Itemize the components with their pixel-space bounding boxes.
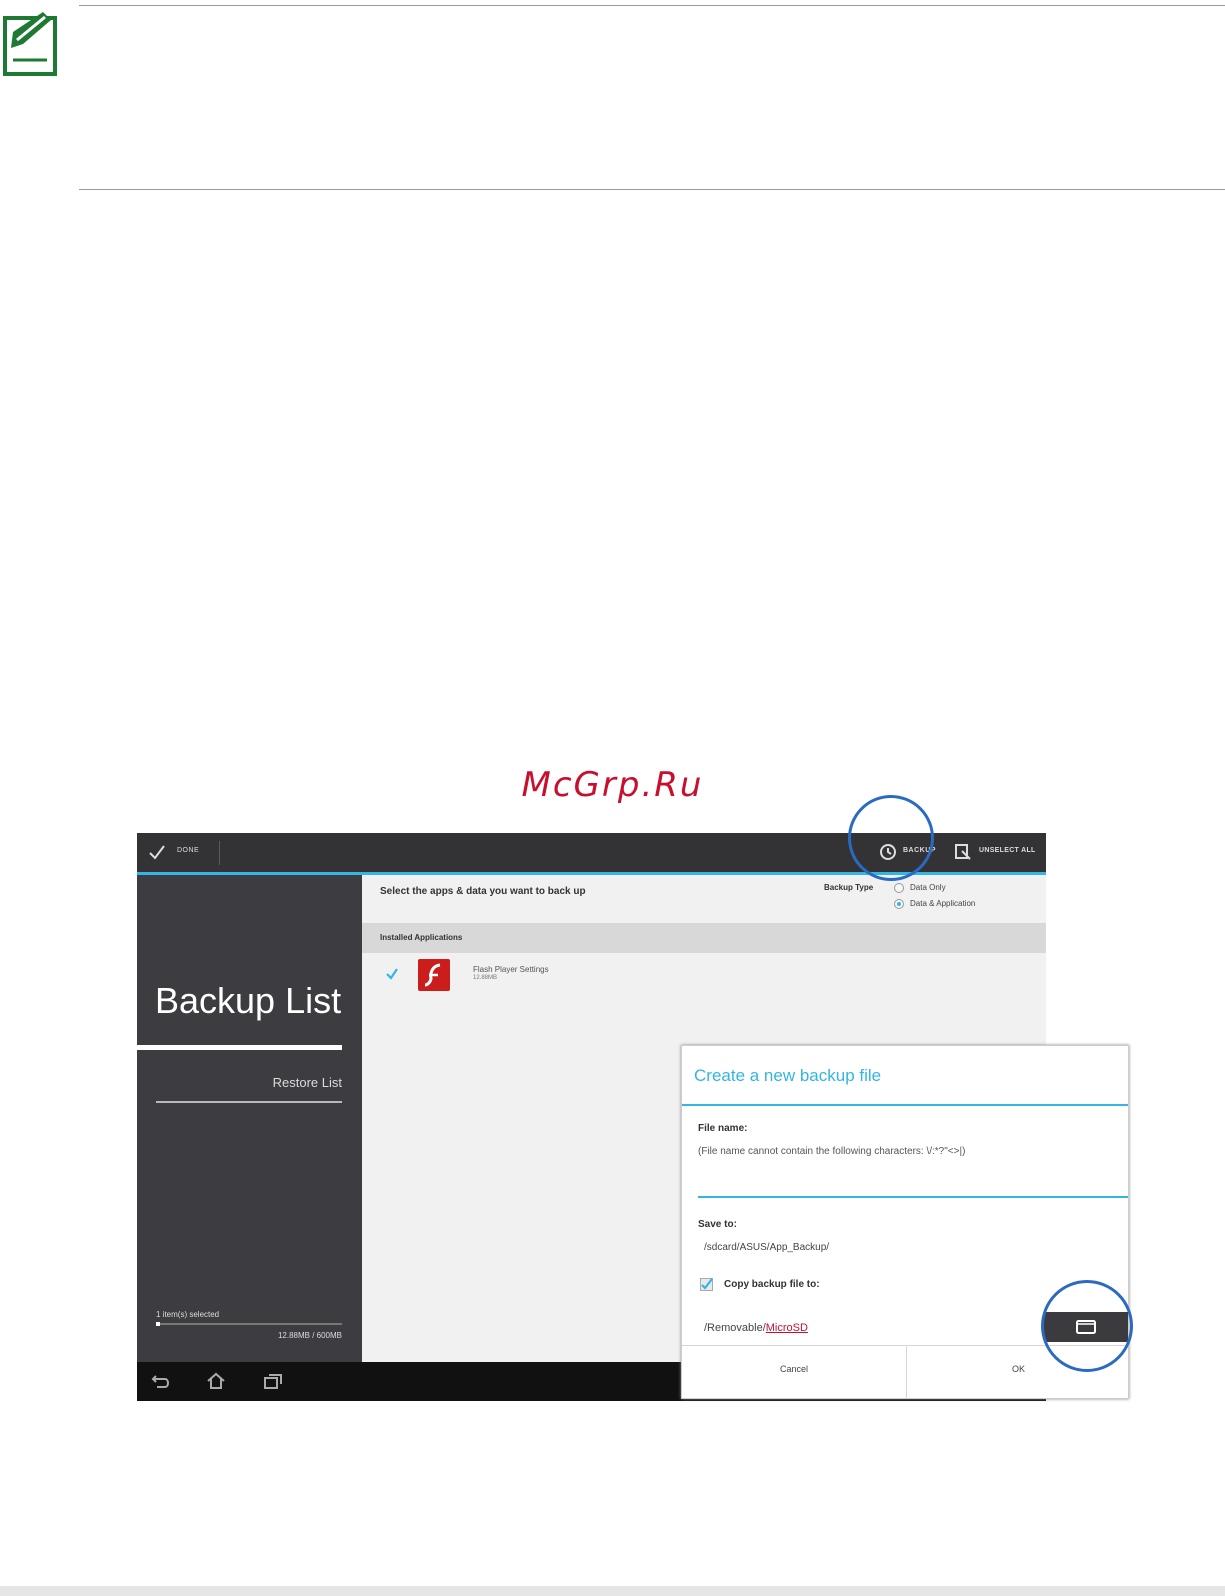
radio-data-application[interactable]	[894, 899, 904, 909]
section-rule	[79, 189, 1225, 190]
radio-label-data-only: Data Only	[910, 883, 946, 892]
backup-type-label: Backup Type	[824, 883, 874, 892]
app-checkbox-checked-icon[interactable]	[386, 968, 398, 980]
done-button[interactable]: DONE	[177, 847, 199, 854]
storage-progress-fill	[156, 1322, 160, 1326]
note-pencil-icon	[3, 12, 57, 76]
destination-link[interactable]: MicroSD	[766, 1322, 808, 1334]
file-name-input[interactable]	[698, 1170, 1128, 1198]
selected-count: 1 item(s) selected	[156, 1310, 220, 1319]
action-bar-divider	[219, 841, 220, 865]
file-name-hint: (File name cannot contain the following …	[698, 1146, 966, 1157]
flash-logo-icon	[424, 963, 441, 987]
sidebar: Backup List Restore List 1 item(s) selec…	[137, 875, 362, 1362]
copy-backup-label[interactable]: Copy backup file to:	[724, 1279, 820, 1290]
sidebar-item-restore-list[interactable]: Restore List	[137, 1075, 342, 1090]
app-size: 12.88MB	[473, 975, 498, 981]
section-header: Installed Applications	[362, 923, 1046, 953]
dialog-title-rule	[682, 1104, 1128, 1106]
save-to-label: Save to:	[698, 1219, 737, 1230]
file-name-label: File name:	[698, 1123, 748, 1134]
destination-prefix: /Removable/	[704, 1322, 766, 1334]
back-icon[interactable]	[151, 1372, 171, 1390]
unselect-all-button[interactable]: UNSELECT ALL	[979, 847, 1036, 854]
watermark: McGrp.Ru	[521, 765, 704, 805]
radio-data-only[interactable]	[894, 883, 904, 893]
top-rule	[79, 5, 1225, 6]
restore-divider	[156, 1101, 342, 1103]
home-icon[interactable]	[206, 1372, 226, 1390]
done-check-icon[interactable]	[148, 843, 166, 861]
section-label: Installed Applications	[380, 933, 463, 942]
page-heading: Select the apps & data you want to back …	[380, 886, 586, 897]
copy-checkbox-checked-icon[interactable]	[700, 1278, 713, 1291]
destination-path: /Removable/MicroSD	[704, 1322, 808, 1334]
save-to-path: /sdcard/ASUS/App_Backup/	[704, 1242, 830, 1253]
page-footer-strip	[0, 1586, 1225, 1596]
unselect-all-icon[interactable]	[954, 843, 972, 861]
folder-callout-circle	[1041, 1280, 1133, 1372]
backup-callout-circle	[848, 795, 934, 881]
recent-apps-icon[interactable]	[263, 1372, 283, 1390]
flash-player-app-icon	[418, 959, 450, 991]
sidebar-item-backup-list[interactable]: Backup List	[155, 980, 341, 1022]
radio-label-data-application: Data & Application	[910, 899, 976, 908]
storage-progress-bar	[156, 1322, 342, 1326]
dialog-title: Create a new backup file	[694, 1066, 882, 1085]
app-name[interactable]: Flash Player Settings	[473, 965, 549, 974]
storage-usage: 12.88MB / 600MB	[277, 1331, 342, 1340]
active-tab-indicator	[137, 1045, 342, 1050]
cancel-button[interactable]: Cancel	[682, 1346, 906, 1398]
